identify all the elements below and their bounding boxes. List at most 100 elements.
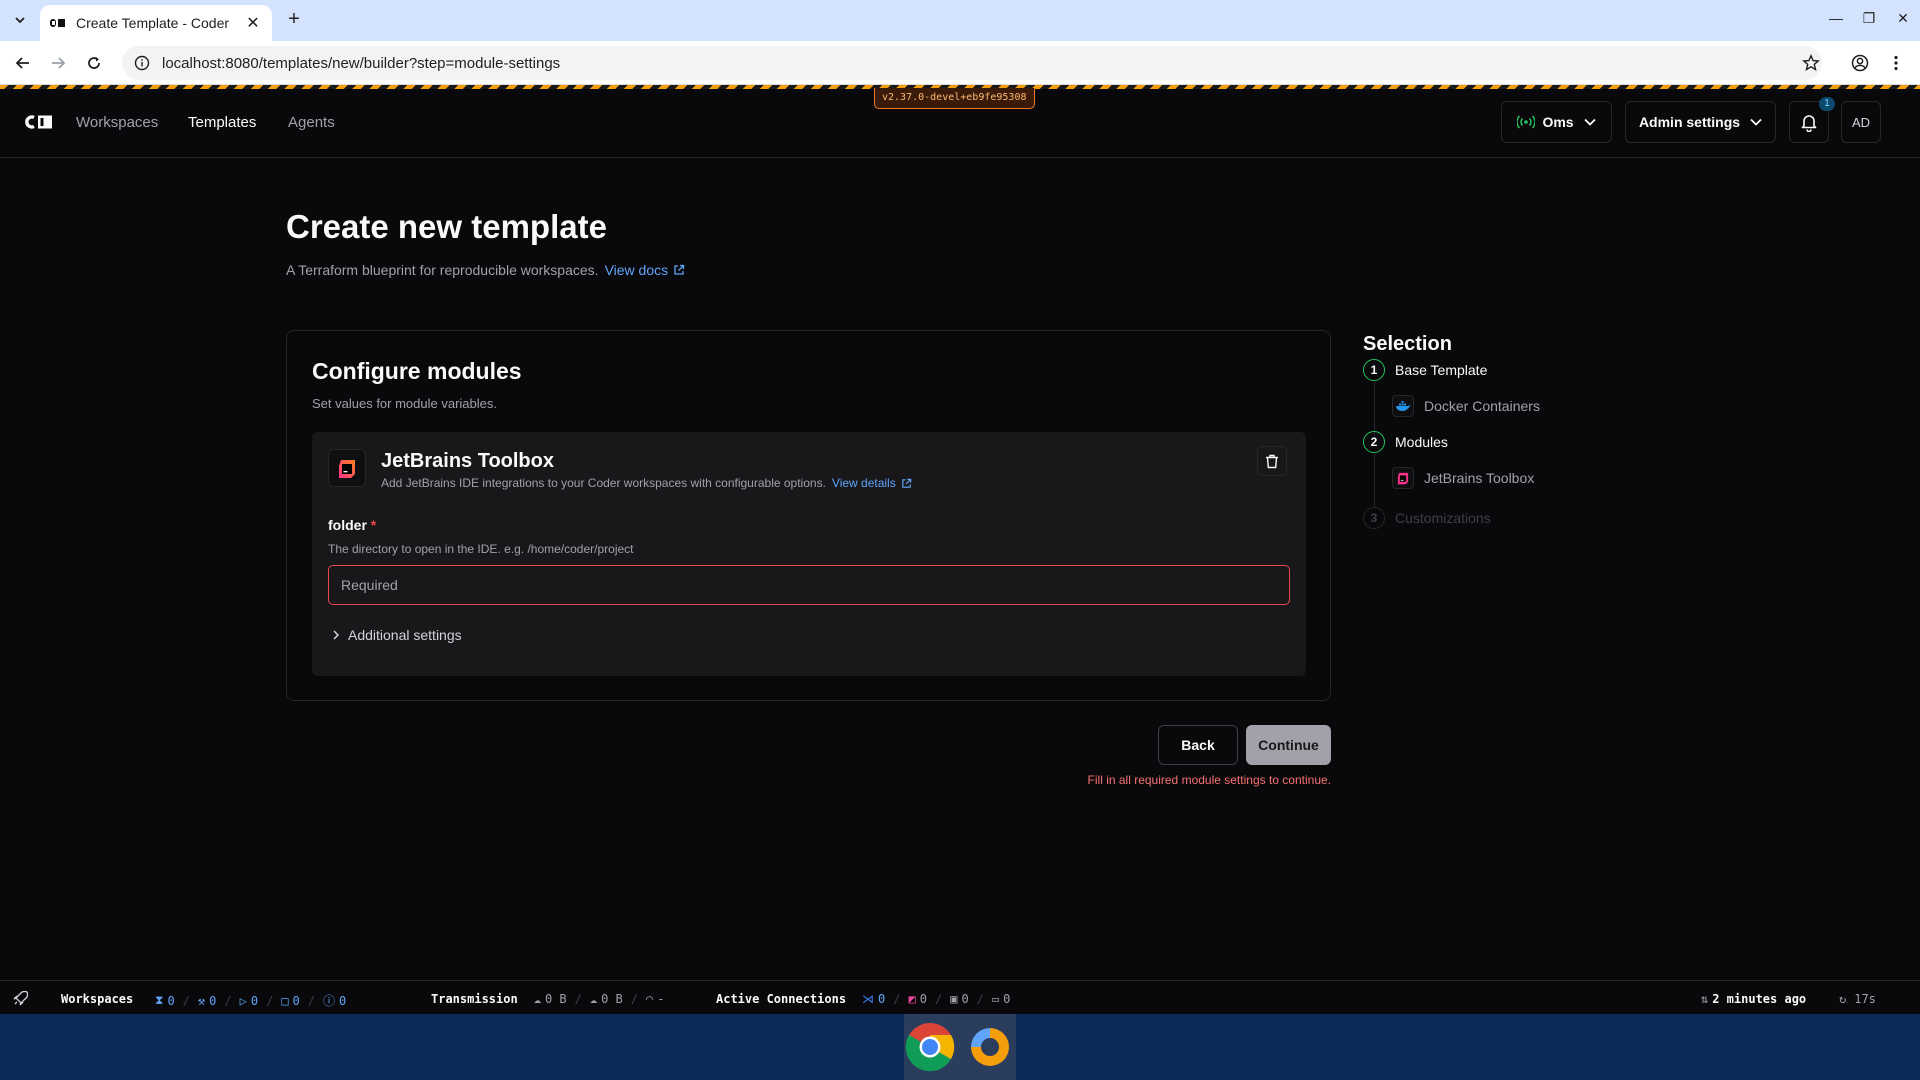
vscode-icon: ⋊ — [862, 992, 875, 1006]
browser-menu-icon[interactable] — [1884, 51, 1908, 75]
new-tab-button[interactable]: + — [282, 8, 306, 32]
restore-icon[interactable]: ❐ — [1859, 10, 1879, 27]
coder-logo[interactable] — [24, 115, 53, 134]
selected-module: JetBrains Toolbox — [1392, 467, 1534, 489]
connections-status: Active Connections ⋊ 0 / ◩ 0 / ▣ 0 / ▭ 0 — [716, 992, 1011, 1006]
minimize-icon[interactable]: — — [1826, 10, 1846, 26]
git-compare-icon: ⇅ — [1701, 992, 1709, 1006]
folder-field-help: The directory to open in the IDE. e.g. /… — [328, 542, 634, 556]
user-avatar[interactable]: AD — [1841, 101, 1881, 143]
browser-tab[interactable]: Create Template - Coder ✕ — [40, 5, 272, 41]
step-connector — [1374, 454, 1375, 508]
additional-settings-toggle[interactable]: Additional settings — [332, 627, 462, 643]
trash-icon — [1266, 454, 1278, 468]
chrome-icon[interactable] — [904, 1021, 956, 1073]
transmission-status: Transmission ☁ 0 B / ☁ 0 B / ◠ - — [431, 992, 665, 1006]
transmission-label: Transmission — [431, 992, 518, 1006]
configure-modules-card: Configure modules Set values for module … — [286, 330, 1331, 701]
avatar-initials: AD — [1851, 114, 1871, 130]
page-title: Create new template — [286, 208, 607, 245]
refresh-countdown: 17s — [1854, 992, 1876, 1006]
play-icon[interactable]: ▷ — [240, 994, 247, 1008]
forward-arrow-icon[interactable] — [46, 51, 70, 75]
running-count: 0 — [250, 993, 259, 1008]
admin-settings-button[interactable]: Admin settings — [1625, 101, 1776, 143]
refresh-timer[interactable]: ↻ 17s — [1839, 992, 1876, 1006]
module-description-text: Add JetBrains IDE integrations to your C… — [381, 476, 826, 490]
url-text: localhost:8080/templates/new/builder?ste… — [162, 54, 561, 72]
os-dock — [0, 1014, 1920, 1080]
reload-icon[interactable] — [82, 51, 106, 75]
module-name: JetBrains Toolbox — [1424, 470, 1535, 486]
tx-up: 0 B — [601, 992, 623, 1006]
window-close-icon[interactable]: ✕ — [1893, 10, 1913, 27]
ssh-count: 0 — [1003, 992, 1011, 1006]
remove-module-button[interactable] — [1257, 446, 1287, 476]
module-description: Add JetBrains IDE integrations to your C… — [381, 476, 912, 490]
hourglass-icon[interactable]: ⧗ — [155, 993, 163, 1008]
page-subtitle: A Terraform blueprint for reproducible w… — [286, 262, 685, 278]
nav-agents[interactable]: Agents — [288, 114, 335, 131]
ssh-icon: ▭ — [991, 992, 1000, 1006]
latency: - — [657, 992, 665, 1006]
chevron-down-icon — [1750, 118, 1762, 126]
external-link-icon — [901, 478, 911, 488]
tab-search-button[interactable] — [8, 8, 32, 32]
notification-count-badge: 1 — [1819, 97, 1835, 111]
nav-templates[interactable]: Templates — [188, 114, 256, 131]
folder-field-label: folder * — [328, 517, 376, 533]
external-link-icon — [674, 264, 685, 275]
continue-button[interactable]: Continue — [1246, 725, 1331, 765]
view-details-label: View details — [831, 476, 896, 490]
address-bar[interactable]: localhost:8080/templates/new/builder?ste… — [122, 46, 1822, 80]
chevron-right-icon — [333, 630, 340, 640]
module-title: JetBrains Toolbox — [381, 450, 554, 472]
folder-label-text: folder — [328, 517, 367, 533]
step-2-number: 2 — [1363, 431, 1385, 453]
stop-icon[interactable]: □ — [281, 994, 288, 1008]
step-1-label: Base Template — [1395, 362, 1488, 378]
signal-icon — [1517, 115, 1536, 129]
connections-label: Active Connections — [716, 992, 847, 1006]
app-launcher-icon[interactable] — [964, 1021, 1016, 1073]
cloud-upload-icon: ☁ — [589, 992, 598, 1006]
browser-toolbar: localhost:8080/templates/new/builder?ste… — [0, 41, 1920, 85]
pending-count: 0 — [167, 993, 175, 1008]
deployment-status-bar: Workspaces ⧗ 0 / ⚒ 0 / ▷ 0 / □ 0 / ⓘ 0 Transm… — [0, 980, 1920, 1014]
required-asterisk: * — [370, 517, 377, 533]
additional-settings-label: Additional settings — [348, 627, 462, 643]
page-subtitle-text: A Terraform blueprint for reproducible w… — [286, 262, 599, 278]
chevron-down-icon — [15, 17, 25, 24]
bookmark-star-icon[interactable] — [1799, 51, 1823, 75]
validation-error: Fill in all required module settings to … — [1087, 773, 1331, 787]
back-arrow-icon[interactable] — [11, 51, 35, 75]
gauge-icon: ◠ — [646, 992, 654, 1006]
coder-favicon-icon — [50, 15, 66, 31]
alert-circle-icon[interactable]: ⓘ — [323, 992, 335, 1009]
step-3-number: 3 — [1363, 507, 1385, 529]
step-3-label: Customizations — [1395, 510, 1491, 526]
last-updated: ⇅ 2 minutes ago — [1701, 992, 1806, 1006]
folder-input[interactable] — [328, 565, 1290, 605]
step-1-number: 1 — [1363, 359, 1385, 381]
back-button[interactable]: Back — [1158, 725, 1238, 765]
workspaces-status: Workspaces — [61, 992, 133, 1006]
rocket-icon[interactable] — [13, 990, 29, 1006]
status-counts: ⧗ 0 / ⚒ 0 / ▷ 0 / □ 0 / ⓘ 0 — [155, 992, 347, 1009]
selection-title: Selection — [1363, 333, 1452, 355]
view-details-link[interactable]: View details — [832, 476, 912, 490]
profile-icon[interactable] — [1848, 51, 1872, 75]
tab-close-icon[interactable]: ✕ — [244, 13, 262, 33]
view-docs-link[interactable]: View docs — [605, 262, 686, 278]
card-title: Configure modules — [312, 358, 522, 384]
building-count: 0 — [209, 993, 217, 1008]
wrench-icon[interactable]: ⚒ — [198, 994, 205, 1008]
card-subtitle: Set values for module variables. — [312, 396, 497, 411]
jetbrains-icon: ◩ — [908, 992, 916, 1006]
view-docs-label: View docs — [604, 262, 669, 278]
site-info-icon[interactable] — [134, 55, 150, 71]
nav-workspaces[interactable]: Workspaces — [76, 114, 158, 131]
region-selector[interactable]: Oms — [1501, 101, 1612, 143]
terminal-count: 0 — [961, 992, 969, 1006]
step-2-label: Modules — [1395, 434, 1448, 450]
